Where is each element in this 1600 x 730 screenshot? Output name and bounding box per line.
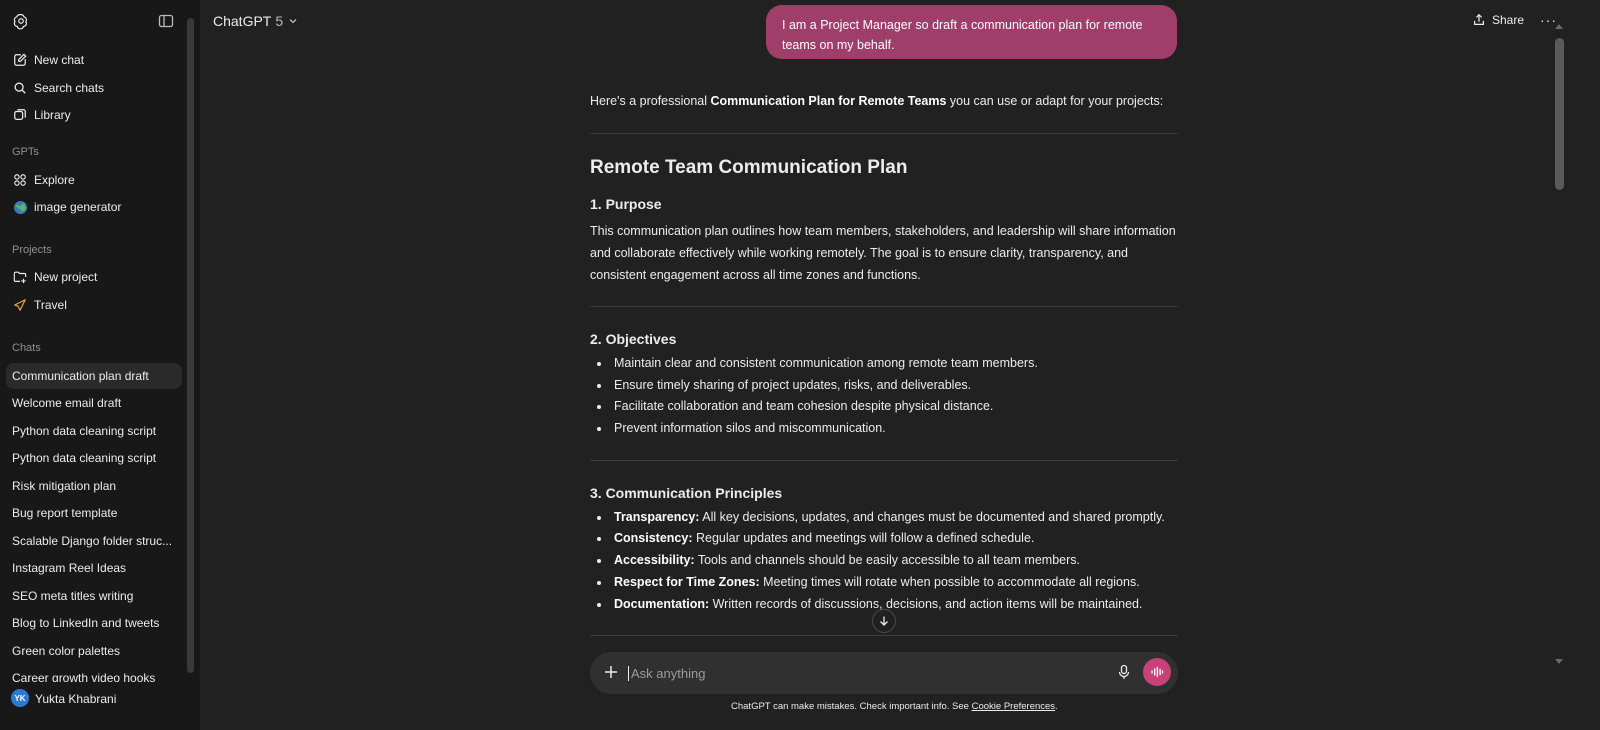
divider: [590, 306, 1178, 307]
list-item: Accessibility: Tools and channels should…: [597, 553, 1080, 567]
grid-icon: [12, 172, 28, 188]
waveform-icon: [1151, 666, 1164, 678]
objectives-heading: 2. Objectives: [590, 331, 677, 347]
plus-icon[interactable]: [602, 663, 620, 681]
arrow-down-icon: [880, 616, 888, 626]
sidebar-item-label: New project: [34, 270, 98, 284]
list-item: Ensure timely sharing of project updates…: [596, 378, 972, 392]
share-icon: [1474, 13, 1484, 25]
chats-section-label: Chats: [12, 342, 41, 354]
pencil-square-icon: [12, 52, 28, 68]
new-chat-button[interactable]: New chat: [6, 47, 182, 73]
purpose-heading: 1. Purpose: [590, 196, 662, 212]
disclaimer: ChatGPT can make mistakes. Check importa…: [731, 701, 1058, 712]
divider: [590, 460, 1178, 461]
response-intro: Here's a professional Communication Plan…: [590, 94, 1163, 108]
sidebar-item-explore[interactable]: Explore: [6, 167, 182, 193]
chevron-down-icon: [289, 19, 297, 24]
chat-item[interactable]: Blog to LinkedIn and tweets: [6, 610, 182, 636]
principle-text: Tools and channels should be easily acce…: [694, 553, 1080, 567]
chat-item[interactable]: Risk mitigation plan: [6, 473, 182, 499]
scroll-down-arrow[interactable]: [1555, 659, 1563, 664]
principle-text: Regular updates and meetings will follow…: [692, 531, 1035, 545]
projects-section-label: Projects: [12, 244, 52, 256]
list-item: Respect for Time Zones: Meeting times wi…: [597, 575, 1140, 589]
chat-item[interactable]: SEO meta titles writing: [6, 583, 182, 609]
library-icon: [12, 107, 28, 123]
prompt-input[interactable]: Ask anything: [628, 666, 705, 681]
chat-item[interactable]: Communication plan draft: [6, 363, 182, 389]
library-button[interactable]: Library: [6, 102, 182, 128]
plane-icon: [12, 297, 28, 313]
sidebar-item-label: Explore: [34, 173, 75, 187]
sidebar-item-label: Travel: [34, 298, 67, 312]
chat-item[interactable]: Welcome email draft: [6, 390, 182, 416]
folder-plus-icon: [12, 269, 28, 285]
microphone-icon[interactable]: [1116, 664, 1132, 680]
sidebar-scrollbar[interactable]: [187, 18, 194, 673]
principle-text: Written records of discussions, decision…: [709, 597, 1143, 611]
principle-term: Consistency:: [614, 531, 693, 545]
chat-item[interactable]: Python data cleaning script: [6, 445, 182, 471]
principle-text: All key decisions, updates, and changes …: [699, 510, 1165, 524]
intro-bold: Communication Plan for Remote Teams: [710, 94, 947, 108]
search-icon: [12, 80, 28, 96]
sidebar-item-label: New chat: [34, 53, 85, 67]
globe-icon: [12, 199, 28, 215]
principle-text: Meeting times will rotate when possible …: [759, 575, 1140, 589]
list-item: Documentation: Written records of discus…: [596, 597, 1143, 611]
avatar[interactable]: YK: [11, 689, 29, 707]
disclaimer-text: ChatGPT can make mistakes. Check importa…: [731, 701, 972, 712]
sidebar-item-image-generator[interactable]: image generator: [6, 194, 182, 220]
share-button[interactable]: Share: [1472, 13, 1524, 27]
divider: [590, 133, 1178, 134]
sidebar: New chat Search chats Library GPTs Explo…: [0, 0, 200, 730]
share-label: Share: [1492, 13, 1525, 27]
intro-text: Here's a professional: [590, 94, 711, 108]
chat-item[interactable]: Green color palettes: [6, 638, 182, 664]
scroll-to-bottom-button[interactable]: [872, 609, 896, 633]
sidebar-item-label: Search chats: [34, 81, 105, 95]
principles-heading: 3. Communication Principles: [590, 485, 783, 501]
disclaimer-end: .: [1055, 701, 1058, 712]
list-item: Facilitate collaboration and team cohesi…: [596, 399, 994, 413]
main-scrollbar-thumb[interactable]: [1555, 38, 1564, 190]
purpose-paragraph: This communication plan outlines how tea…: [590, 224, 1176, 282]
chat-item[interactable]: Bug report template: [6, 500, 182, 526]
sidebar-item-travel[interactable]: Travel: [6, 292, 182, 318]
user-profile-area[interactable]: [0, 682, 200, 730]
principle-term: Accessibility:: [614, 553, 695, 567]
list-item: Maintain clear and consistent communicat…: [597, 356, 1038, 370]
user-message-bubble: I am a Project Manager so draft a commun…: [766, 5, 1177, 59]
scroll-up-arrow[interactable]: [1555, 24, 1563, 29]
model-version: 5: [275, 13, 284, 29]
model-selector[interactable]: ChatGPT 5: [213, 13, 299, 29]
divider: [590, 635, 1178, 636]
sidebar-item-label: Library: [34, 108, 71, 122]
chatgpt-logo-icon[interactable]: [12, 12, 30, 30]
voice-mode-button[interactable]: [1143, 658, 1171, 686]
sidebar-toggle-icon[interactable]: [158, 13, 174, 29]
response-title: Remote Team Communication Plan: [590, 157, 908, 178]
cookie-preferences-link[interactable]: Cookie Preferences: [972, 701, 1055, 712]
sidebar-item-label: image generator: [34, 200, 122, 214]
intro-text-end: you can use or adapt for your projects:: [946, 94, 1164, 108]
principle-term: Documentation:: [614, 597, 710, 611]
principle-term: Respect for Time Zones:: [614, 575, 760, 589]
chat-item[interactable]: Python data cleaning script: [6, 418, 182, 444]
sidebar-item-new-project[interactable]: New project: [6, 264, 182, 290]
search-chats-button[interactable]: Search chats: [6, 75, 182, 101]
list-item: Transparency: All key decisions, updates…: [597, 510, 1165, 524]
chat-item[interactable]: Scalable Django folder struc...: [6, 528, 182, 554]
list-item: Consistency: Regular updates and meeting…: [596, 531, 1035, 545]
model-name: ChatGPT: [213, 13, 272, 29]
chat-item[interactable]: Instagram Reel Ideas: [6, 555, 182, 581]
gpts-section-label: GPTs: [12, 146, 39, 158]
list-item: Prevent information silos and miscommuni…: [597, 421, 886, 435]
user-name[interactable]: Yukta Khabrani: [35, 692, 116, 706]
principle-term: Transparency:: [614, 510, 700, 524]
